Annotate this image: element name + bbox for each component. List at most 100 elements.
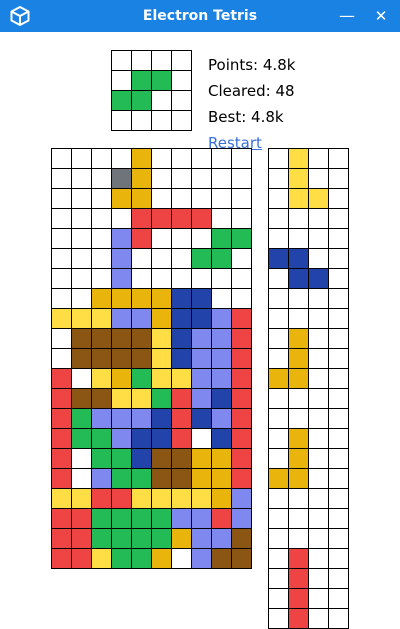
board-cell bbox=[71, 208, 92, 229]
board-cell bbox=[211, 368, 232, 389]
preview-cell bbox=[151, 110, 172, 131]
board-cell bbox=[211, 148, 232, 169]
board-cell bbox=[111, 388, 132, 409]
queue-cell bbox=[288, 208, 309, 229]
board-cell bbox=[191, 268, 212, 289]
board-cell bbox=[191, 228, 212, 249]
minimize-button[interactable]: — bbox=[330, 0, 364, 32]
queue-cell bbox=[288, 408, 309, 429]
queue-cell bbox=[328, 468, 349, 489]
board-cell bbox=[131, 308, 152, 329]
board-cell bbox=[71, 548, 92, 569]
board-cell bbox=[71, 308, 92, 329]
board-cell bbox=[211, 468, 232, 489]
board-cell bbox=[51, 288, 72, 309]
board-cell bbox=[231, 288, 252, 309]
board-cell bbox=[91, 248, 112, 269]
next-piece-preview bbox=[111, 50, 192, 131]
board-cell bbox=[171, 468, 192, 489]
preview-cell bbox=[171, 90, 192, 111]
board-cell bbox=[231, 468, 252, 489]
board-cell bbox=[51, 328, 72, 349]
queue-cell bbox=[268, 508, 289, 529]
board-cell bbox=[191, 148, 212, 169]
board-cell bbox=[231, 508, 252, 529]
board-cell bbox=[151, 548, 172, 569]
queue-cell bbox=[308, 488, 329, 509]
board-cell bbox=[51, 448, 72, 469]
queue-cell bbox=[308, 408, 329, 429]
queue-cell bbox=[268, 408, 289, 429]
board-cell bbox=[171, 388, 192, 409]
queue-cell bbox=[268, 568, 289, 589]
board-cell bbox=[111, 368, 132, 389]
board-cell bbox=[171, 528, 192, 549]
board-cell bbox=[111, 508, 132, 529]
board-cell bbox=[171, 508, 192, 529]
board-cell bbox=[91, 508, 112, 529]
board-cell bbox=[91, 388, 112, 409]
board-cell bbox=[131, 548, 152, 569]
queue-cell bbox=[268, 428, 289, 449]
queue-cell bbox=[308, 148, 329, 169]
queue-cell bbox=[288, 508, 309, 529]
board-cell bbox=[231, 148, 252, 169]
board-cell bbox=[171, 408, 192, 429]
board-cell bbox=[51, 228, 72, 249]
queue-cell bbox=[268, 208, 289, 229]
queue-cell bbox=[328, 388, 349, 409]
board-cell bbox=[231, 348, 252, 369]
board-cell bbox=[191, 288, 212, 309]
board-cell bbox=[131, 288, 152, 309]
board-cell bbox=[111, 488, 132, 509]
queue-cell bbox=[328, 488, 349, 509]
board-cell bbox=[111, 248, 132, 269]
board-cell bbox=[171, 228, 192, 249]
queue-cell bbox=[328, 228, 349, 249]
board-cell bbox=[171, 548, 192, 569]
board-cell bbox=[111, 328, 132, 349]
board-cell bbox=[211, 408, 232, 429]
queue-cell bbox=[328, 428, 349, 449]
board-cell bbox=[191, 308, 212, 329]
board-cell bbox=[131, 348, 152, 369]
stats-panel: Points: 4.8k Cleared: 48 Best: 4.8k Rest… bbox=[208, 52, 295, 156]
queue-cell bbox=[288, 488, 309, 509]
board-cell bbox=[111, 148, 132, 169]
board-cell bbox=[231, 268, 252, 289]
board-cell bbox=[131, 328, 152, 349]
board-cell bbox=[191, 428, 212, 449]
board-cell bbox=[51, 308, 72, 329]
queue-cell bbox=[328, 288, 349, 309]
queue-cell bbox=[288, 368, 309, 389]
queue-cell bbox=[288, 288, 309, 309]
board-cell bbox=[131, 488, 152, 509]
board-cell bbox=[231, 408, 252, 429]
board-cell bbox=[151, 468, 172, 489]
queue-cell bbox=[268, 188, 289, 209]
board-cell bbox=[131, 468, 152, 489]
board-cell bbox=[71, 288, 92, 309]
close-button[interactable]: ✕ bbox=[364, 0, 398, 32]
board-cell bbox=[51, 468, 72, 489]
board-cell bbox=[71, 468, 92, 489]
board-cell bbox=[131, 188, 152, 209]
preview-cell bbox=[171, 50, 192, 71]
queue-cell bbox=[268, 248, 289, 269]
board-cell bbox=[171, 328, 192, 349]
board-cell bbox=[131, 428, 152, 449]
board-cell bbox=[171, 428, 192, 449]
queue-cell bbox=[308, 228, 329, 249]
board-cell bbox=[51, 428, 72, 449]
preview-cell bbox=[111, 70, 132, 91]
board-cell bbox=[211, 228, 232, 249]
board-cell bbox=[91, 468, 112, 489]
game-board[interactable] bbox=[51, 148, 252, 569]
board-cell bbox=[51, 548, 72, 569]
board-cell bbox=[171, 268, 192, 289]
board-cell bbox=[51, 488, 72, 509]
board-cell bbox=[91, 308, 112, 329]
board-cell bbox=[211, 188, 232, 209]
queue-cell bbox=[308, 348, 329, 369]
board-cell bbox=[111, 408, 132, 429]
